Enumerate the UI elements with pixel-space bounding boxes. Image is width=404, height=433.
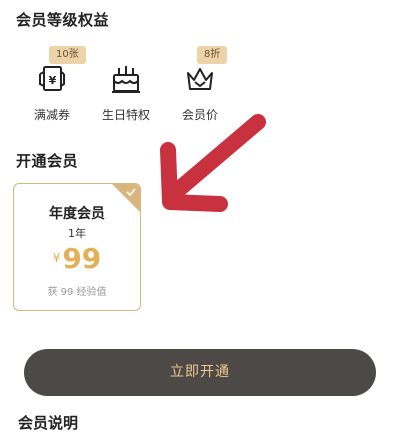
benefit-label: 满减券 — [33, 108, 70, 122]
benefit-coupon[interactable]: 10张 ¥ 满减券 — [17, 46, 87, 123]
plan-price: ¥99 — [14, 242, 140, 275]
birthday-cake-icon — [112, 66, 140, 93]
activate-now-button[interactable]: 立即开通 — [24, 349, 376, 396]
plan-name: 年度会员 — [49, 206, 105, 222]
membership-section-title: 开通会员 — [16, 152, 79, 170]
annotation-arrow-icon — [160, 114, 266, 212]
check-icon — [126, 188, 136, 197]
currency-symbol: ¥ — [52, 251, 61, 265]
next-section-title: 会员说明 — [18, 414, 79, 432]
plan-card-annual[interactable]: 年度会员 1年 ¥99 获 99 经验值 — [13, 183, 141, 311]
plan-period: 1年 — [68, 227, 86, 240]
crown-icon — [187, 68, 213, 90]
price-value: 99 — [62, 242, 102, 275]
benefits-section-title: 会员等级权益 — [16, 11, 110, 29]
coupon-icon: ¥ — [39, 66, 65, 91]
benefit-badge: 8折 — [197, 46, 228, 64]
plan-note: 获 99 经验值 — [47, 287, 107, 298]
svg-text:¥: ¥ — [49, 74, 57, 87]
benefit-badge: 10张 — [49, 46, 86, 64]
